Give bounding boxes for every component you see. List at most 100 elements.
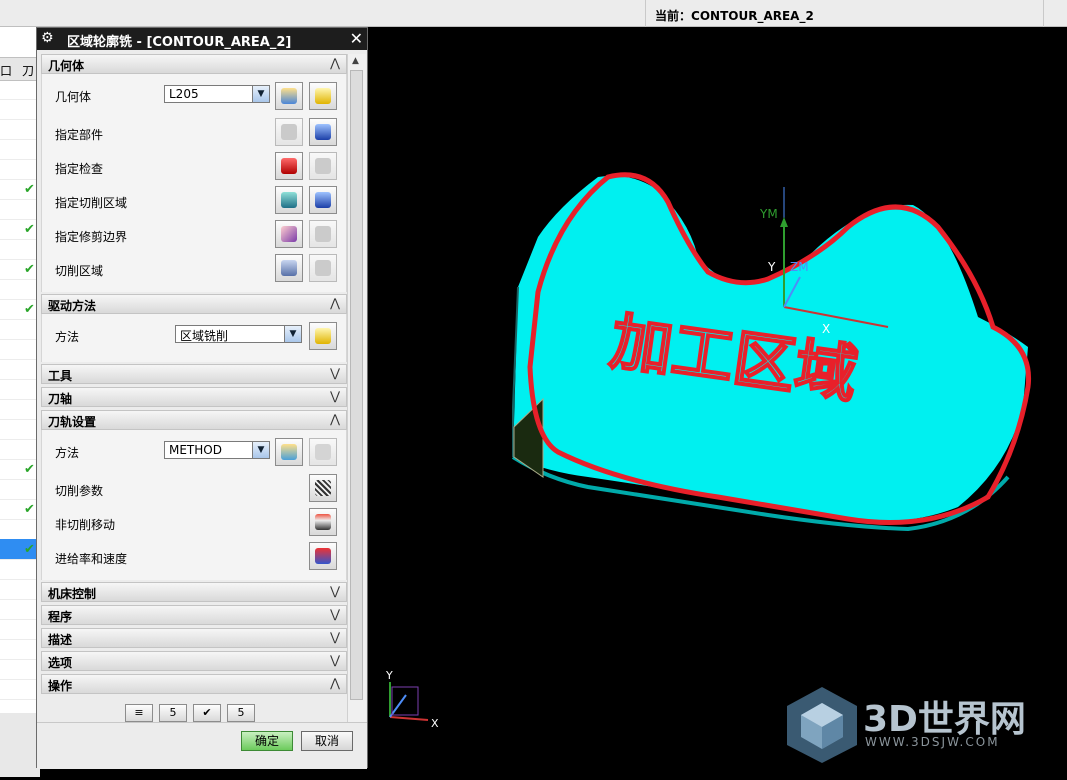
section-label: 程序	[48, 610, 73, 624]
triad-x-label: X	[431, 717, 439, 730]
section-drive-method[interactable]: 驱动方法 ⋀	[41, 294, 347, 314]
display-check-flashlight-icon[interactable]	[309, 152, 337, 180]
drive-method-value: 区域铣削	[180, 329, 229, 343]
table-row[interactable]	[0, 439, 40, 460]
contour-area-dialog[interactable]: ⚙ 区域轮廓铣 - [CONTOUR_AREA_2] ✕ 几何体 ⋀ 几何体 L…	[36, 27, 368, 769]
table-row[interactable]	[0, 559, 40, 580]
table-row[interactable]	[0, 659, 40, 680]
section-machine-control[interactable]: 机床控制 ⋁	[41, 582, 347, 602]
section-label: 选项	[48, 656, 73, 670]
close-icon[interactable]: ✕	[350, 29, 363, 48]
section-tool[interactable]: 工具 ⋁	[41, 364, 347, 384]
new-method-button[interactable]	[275, 438, 303, 466]
table-row[interactable]	[0, 379, 40, 400]
geometry-body: 几何体 L205 ▼ 指定部件 指定检查 指定切削区域 指定修剪边界 切削区域	[41, 74, 347, 292]
section-tool-axis[interactable]: 刀轴 ⋁	[41, 387, 347, 407]
section-options[interactable]: 选项 ⋁	[41, 651, 347, 671]
chevron-down-icon: ▼	[252, 86, 269, 102]
section-description[interactable]: 描述 ⋁	[41, 628, 347, 648]
triad-box	[391, 686, 419, 716]
cut-region-button[interactable]	[275, 254, 303, 282]
edit-geometry-wrench-icon[interactable]	[309, 82, 337, 110]
generate-icon[interactable]: ≡	[125, 704, 153, 722]
path-method-label: 方法	[55, 446, 80, 460]
table-row[interactable]	[0, 599, 40, 620]
table-row[interactable]	[0, 99, 40, 120]
table-row[interactable]	[0, 79, 40, 100]
table-row[interactable]	[0, 199, 40, 220]
table-row[interactable]	[0, 519, 40, 540]
gear-icon[interactable]: ⚙	[41, 30, 57, 46]
edit-drive-wrench-icon[interactable]	[309, 322, 337, 350]
section-actions[interactable]: 操作 ⋀	[41, 674, 347, 694]
table-row[interactable]	[0, 359, 40, 380]
cut-params-button[interactable]	[309, 474, 337, 502]
select-check-button[interactable]	[275, 152, 303, 180]
table-row[interactable]: ✔	[0, 259, 40, 280]
non-cut-moves-button[interactable]	[309, 508, 337, 536]
ym-axis-label: YM	[759, 207, 778, 221]
table-row[interactable]	[0, 319, 40, 340]
drive-method-select[interactable]: 区域铣削 ▼	[175, 325, 302, 343]
graphics-viewport[interactable]: 加工区域 YM ZM Y X Y X	[368, 27, 1067, 777]
table-row[interactable]: ✔	[0, 459, 40, 480]
select-part-button[interactable]	[275, 118, 303, 146]
table-row[interactable]	[0, 279, 40, 300]
feeds-speeds-label: 进给率和速度	[55, 552, 128, 566]
ok-button[interactable]: 确定	[241, 731, 293, 751]
replay-icon[interactable]: 5	[159, 704, 187, 722]
table-row[interactable]	[0, 119, 40, 140]
scrollbar-thumb[interactable]	[350, 70, 363, 700]
section-label: 描述	[48, 633, 73, 647]
table-row[interactable]	[0, 579, 40, 600]
triad-x-axis	[389, 716, 429, 721]
display-cut-area-flashlight-icon[interactable]	[309, 186, 337, 214]
display-trim-flashlight-icon[interactable]	[309, 220, 337, 248]
table-row[interactable]: ✔	[0, 299, 40, 320]
feeds-speeds-button[interactable]	[309, 542, 337, 570]
select-trim-boundary-button[interactable]	[275, 220, 303, 248]
list-icon[interactable]: 5	[227, 704, 255, 722]
geometry-select[interactable]: L205 ▼	[164, 85, 270, 103]
table-row[interactable]: ✔	[0, 179, 40, 200]
scroll-up-icon[interactable]: ▲	[352, 56, 359, 66]
table-row[interactable]	[0, 479, 40, 500]
display-part-flashlight-icon[interactable]	[309, 118, 337, 146]
table-row[interactable]	[0, 399, 40, 420]
check-icon: ✔	[24, 542, 35, 557]
table-row[interactable]: ✔	[0, 219, 40, 240]
table-row[interactable]	[0, 239, 40, 260]
check-icon: ✔	[24, 182, 35, 197]
path-method-value: METHOD	[169, 443, 222, 457]
chevron-down-icon: ⋁	[330, 389, 340, 403]
table-row[interactable]	[0, 679, 40, 700]
table-row[interactable]	[0, 619, 40, 640]
new-geometry-button[interactable]	[275, 82, 303, 110]
display-cut-region-flashlight-icon[interactable]	[309, 254, 337, 282]
table-row[interactable]: ✔	[0, 499, 40, 520]
table-row[interactable]	[0, 139, 40, 160]
chevron-down-icon: ⋁	[330, 607, 340, 621]
table-row[interactable]	[0, 159, 40, 180]
specify-part-label: 指定部件	[55, 128, 104, 142]
table-row[interactable]	[0, 419, 40, 440]
divider	[1043, 0, 1044, 27]
specify-trim-boundary-label: 指定修剪边界	[55, 230, 128, 244]
section-geometry[interactable]: 几何体 ⋀	[41, 54, 347, 74]
edit-method-wrench-icon[interactable]	[309, 438, 337, 466]
table-row[interactable]	[0, 339, 40, 360]
operation-navigator[interactable]: 口 刀 ✔ ✔ ✔ ✔ ✔ ✔ ✔	[0, 27, 40, 777]
table-row[interactable]	[0, 639, 40, 660]
triad-y-label: Y	[385, 669, 393, 682]
section-program[interactable]: 程序 ⋁	[41, 605, 347, 625]
section-path-settings[interactable]: 刀轨设置 ⋀	[41, 410, 347, 430]
chevron-down-icon: ▼	[252, 442, 269, 458]
verify-icon[interactable]: ✔	[193, 704, 221, 722]
path-method-select[interactable]: METHOD ▼	[164, 441, 270, 459]
dialog-scrollbar[interactable]: ▲ ▼	[347, 54, 366, 746]
section-label: 刀轴	[48, 392, 73, 406]
select-cut-area-button[interactable]	[275, 186, 303, 214]
cancel-button[interactable]: 取消	[301, 731, 353, 751]
cut-area-label: 切削区域	[55, 264, 104, 278]
table-row-selected[interactable]: ✔	[0, 539, 40, 560]
